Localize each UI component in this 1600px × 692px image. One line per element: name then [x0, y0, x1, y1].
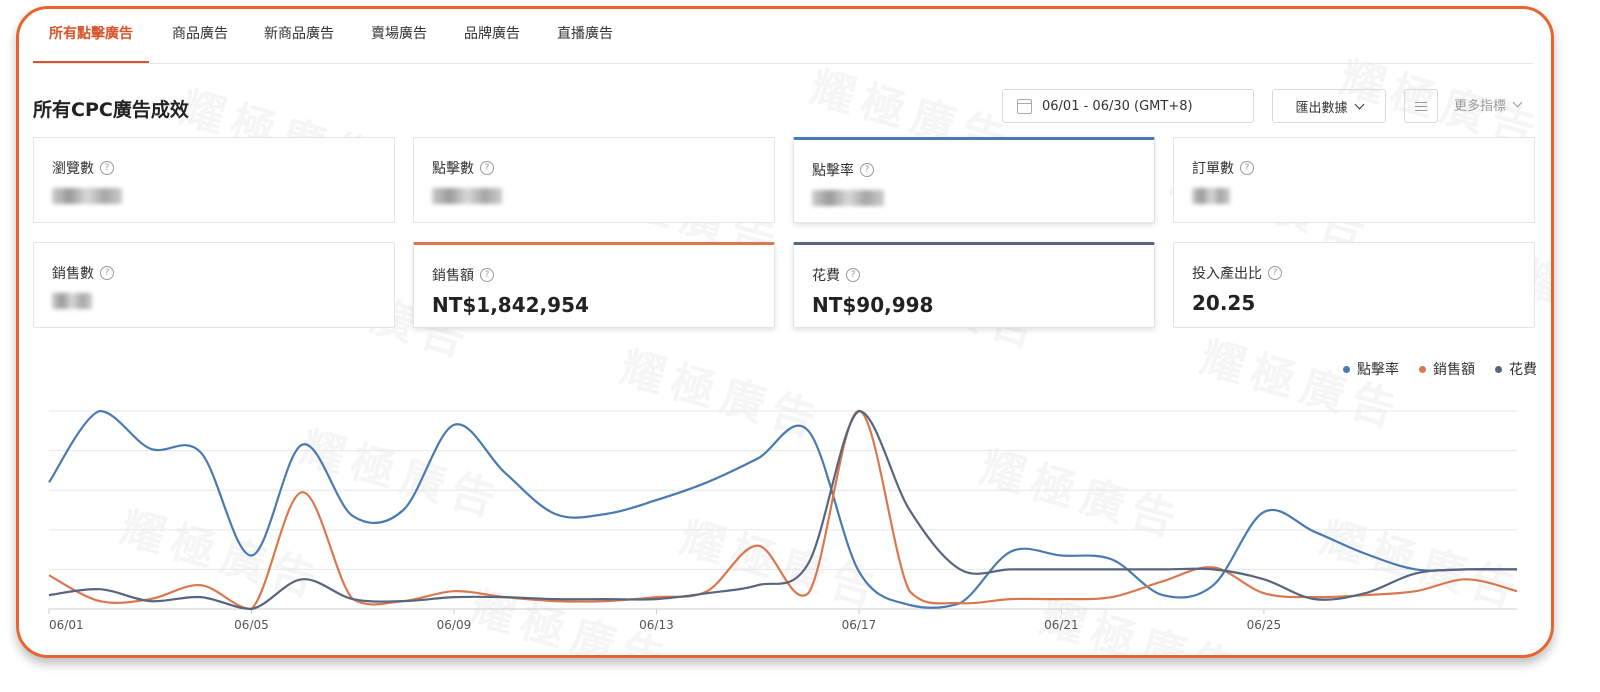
x-tick-label: 06/25	[1247, 618, 1282, 632]
x-tick-label: 06/01	[49, 618, 84, 632]
x-tick-label: 06/05	[234, 618, 269, 632]
performance-line-chart[interactable]: 06/01 06/05 06/09 06/13 06/17 06/21 06/25	[19, 9, 1551, 655]
series-line-ctr[interactable]	[48, 409, 1517, 609]
series-line-spend[interactable]	[48, 409, 1518, 611]
x-tick-label: 06/17	[842, 618, 877, 632]
dashboard-frame: 耀極廣告 耀極廣告 耀極廣告 耀極廣告 耀極廣告 耀極廣告 耀極廣告 耀極廣告 耀極廣告 耀極廣告…	[16, 6, 1554, 658]
x-tick-label: 06/21	[1044, 618, 1079, 632]
x-tick-label: 06/09	[437, 618, 472, 632]
series-line-sales[interactable]	[48, 409, 1518, 611]
x-tick-label: 06/13	[639, 618, 674, 632]
